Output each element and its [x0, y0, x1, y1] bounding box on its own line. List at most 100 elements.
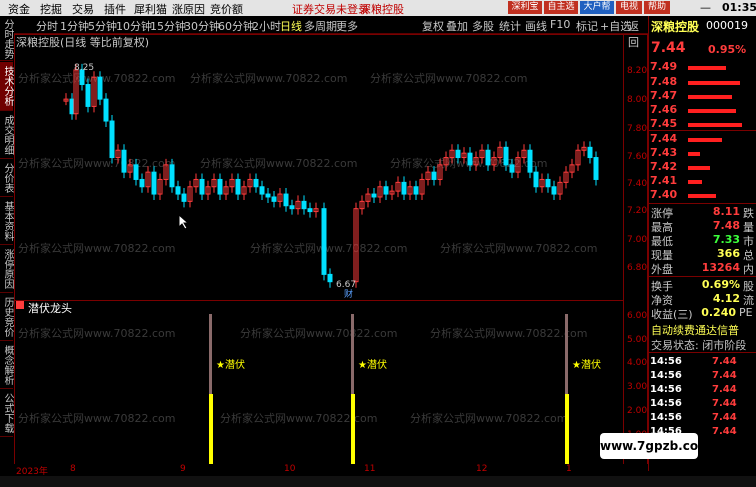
candle-body — [307, 208, 313, 213]
period-1min[interactable]: 1分钟 — [60, 18, 89, 34]
signal-bar-upper — [209, 314, 212, 394]
tool-add-favorite[interactable]: +自选 — [600, 18, 631, 34]
candle-body — [593, 157, 599, 180]
date-tick: 10 — [284, 464, 296, 474]
site-logo: www.7gpzb.com — [600, 433, 711, 459]
period-tick[interactable]: 分时 — [36, 18, 58, 34]
candle-body — [69, 98, 75, 115]
menu-item-plugins[interactable]: 插件 — [104, 1, 126, 17]
login-status[interactable]: 证券交易未登录 — [292, 1, 369, 17]
signal-label: ★潜伏 — [572, 360, 601, 371]
price-tick: 7.40 — [627, 179, 648, 189]
tab-limit-reason[interactable]: 涨停原因 — [0, 246, 13, 293]
watermark: 分析家公式网www.70822.com — [430, 327, 588, 340]
last-price: 7.44 — [651, 40, 686, 56]
candle-body — [253, 178, 259, 188]
tab-price-table[interactable]: 分价表 — [0, 160, 13, 197]
candle-body — [139, 178, 145, 188]
date-tick: 1 — [566, 464, 572, 474]
signal-bar — [351, 394, 355, 464]
tool-adjust[interactable]: 复权 — [422, 18, 444, 34]
tab-formula-download[interactable]: 公式下载 — [0, 390, 13, 437]
candle-body — [175, 186, 181, 195]
bid-price: 7.41 — [650, 174, 678, 187]
price-tick: 8.20 — [627, 66, 648, 76]
candle-body — [413, 186, 419, 195]
candle-body — [321, 208, 327, 275]
candle-body — [151, 171, 157, 195]
watermark: 分析家公式网www.70822.com — [410, 412, 568, 425]
minimize-icon[interactable]: — — [700, 1, 711, 14]
period-more[interactable]: 更多 — [336, 18, 358, 34]
period-2h[interactable]: 2小时 — [252, 18, 281, 34]
date-axis: 2023年 8 9 10 11 12 1 — [14, 464, 648, 477]
stock-code: 000019 — [706, 19, 748, 32]
menu-item-auction[interactable]: 竞价额 — [210, 1, 243, 17]
price-tick: 7.60 — [627, 152, 648, 162]
candle-body — [327, 273, 333, 283]
tab-profile[interactable]: 基本资料 — [0, 198, 13, 245]
candle-body — [133, 164, 139, 180]
date-tick: 9 — [180, 464, 186, 474]
status-bar — [0, 476, 756, 487]
candle-body — [109, 120, 115, 159]
signal-bar — [565, 394, 569, 464]
bid-volume-bar — [688, 180, 702, 184]
tool-overlay[interactable]: 叠加 — [446, 18, 468, 34]
indicator-marker-icon — [16, 301, 24, 309]
menu-item-limit-reason[interactable]: 涨原因 — [172, 1, 205, 17]
tool-draw[interactable]: 画线 — [525, 18, 547, 34]
low-price-label: 6.67 — [336, 280, 356, 290]
period-multi[interactable]: 多周期 — [304, 18, 337, 34]
ask-volume-bar — [688, 66, 726, 70]
tab-trades[interactable]: 成交明细 — [0, 112, 13, 159]
signal-bar-upper — [565, 314, 568, 394]
period-15min[interactable]: 15分钟 — [150, 18, 186, 34]
tool-f10[interactable]: F10 — [550, 18, 570, 31]
tab-concept[interactable]: 概念解析 — [0, 342, 13, 389]
watermark: 分析家公式网www.70822.com — [18, 412, 176, 425]
watermark: 分析家公式网www.70822.com — [18, 327, 176, 340]
menu-item-funds[interactable]: 资金 — [8, 1, 30, 17]
tab-history-auction[interactable]: 历史竞价 — [0, 294, 13, 341]
indicator-title: 潜伏龙头 — [28, 302, 72, 315]
period-daily[interactable]: 日线 — [280, 18, 302, 34]
ask-volume-bar — [688, 81, 740, 85]
price-tick: 7.80 — [627, 124, 648, 134]
period-60min[interactable]: 60分钟 — [218, 18, 254, 34]
low-note-label: 财 — [344, 288, 353, 299]
stat-row: 净资 4.12 流 — [651, 292, 754, 307]
self-select-button[interactable]: 自主选 — [544, 1, 578, 14]
menu-item-mine[interactable]: 挖掘 — [40, 1, 62, 17]
tab-technical[interactable]: 技术分析 — [0, 62, 13, 111]
ask-price: 7.46 — [650, 103, 678, 116]
candle-body — [587, 146, 593, 159]
tool-mark[interactable]: 标记 — [576, 18, 598, 34]
stat-row: 最高 7.48 量 — [651, 219, 754, 234]
bid-price: 7.44 — [650, 132, 678, 145]
candle-body — [383, 186, 389, 195]
menu-item-xilimao[interactable]: 犀利猫 — [134, 1, 167, 17]
menu-item-trade[interactable]: 交易 — [72, 1, 94, 17]
signal-label: ★潜伏 — [216, 360, 245, 371]
marquee-text[interactable]: 自动续费通达信普 — [651, 322, 755, 338]
tv-button[interactable]: 电视 — [616, 1, 642, 14]
mouse-cursor-icon — [178, 214, 190, 230]
candle-body — [265, 193, 271, 198]
tool-multi-stock[interactable]: 多股 — [472, 18, 494, 34]
shenlibao-button[interactable]: 深利宝 — [508, 1, 542, 14]
bid-volume-bar — [688, 194, 716, 198]
bid-volume-bar — [688, 166, 710, 170]
tick-row: 14:56 7.44 — [650, 412, 737, 423]
period-30min[interactable]: 30分钟 — [184, 18, 220, 34]
candle-body — [301, 200, 307, 210]
change-pct: 0.95% — [708, 43, 747, 56]
tool-stats[interactable]: 统计 — [499, 18, 521, 34]
divider — [648, 130, 756, 131]
big-user-button[interactable]: 大户帮 — [580, 1, 614, 14]
help-button[interactable]: 帮助 — [644, 1, 670, 14]
period-10min[interactable]: 10分钟 — [116, 18, 152, 34]
tab-intraday[interactable]: 分时走势 — [0, 18, 13, 61]
period-5min[interactable]: 5分钟 — [88, 18, 117, 34]
candle-body — [545, 178, 551, 188]
